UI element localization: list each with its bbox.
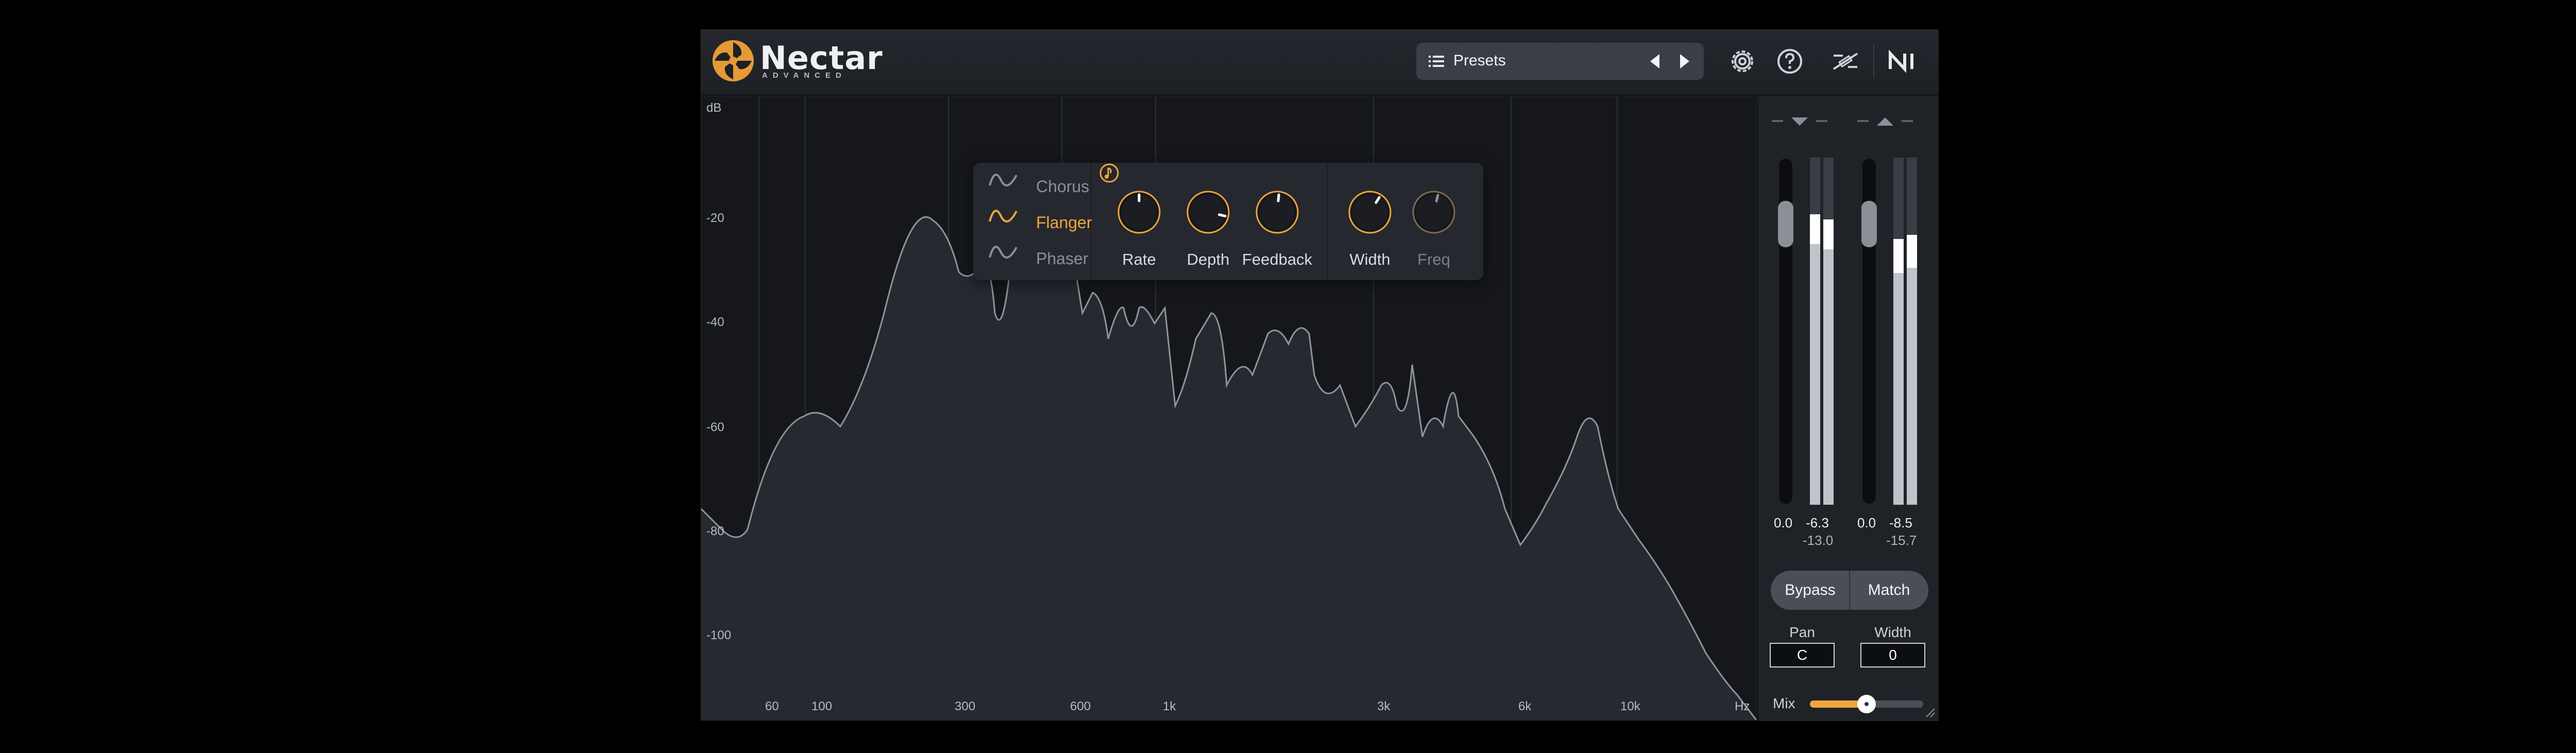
knob-group-divider [1327,163,1328,280]
rate-knob-label: Rate [1122,250,1156,268]
signal-path-icon[interactable] [1829,45,1861,77]
next-preset-icon[interactable] [1674,51,1694,72]
output-meter-expand-icon[interactable] [1857,113,1913,129]
width-knob-label: Width [1349,250,1391,268]
header: Nectar ADVANCED Presets [701,30,1939,96]
hz-tick-label: 60 [765,699,779,713]
presets-label: Presets [1453,52,1506,69]
input-gain-thumb[interactable] [1778,201,1793,247]
modulation-panel: Chorus Flanger Phaser Rate Depth Feedbac… [973,163,1483,280]
input-meter-collapse-icon[interactable] [1772,113,1827,129]
bypass-match-group: Bypass Match [1771,571,1928,610]
mix-label: Mix [1773,695,1795,711]
output-rms-value: -15.7 [1886,533,1917,548]
depth-knob[interactable] [1181,185,1235,239]
mix-slider-thumb[interactable] [1857,695,1876,713]
output-gain-value: 0.0 [1857,515,1876,530]
mode-chorus[interactable]: Chorus [988,170,1090,201]
previous-preset-icon[interactable] [1645,51,1666,72]
output-meter-right [1907,158,1917,505]
hz-tick-label: 600 [1070,699,1091,713]
nectar-plugin-window: Nectar ADVANCED Presets dB -20 -40 -60 -… [701,29,1939,721]
db-axis-label: dB [706,101,722,115]
meter-panel: 0.0 -6.3 -13.0 0.0 -8.5 -15.7 Bypass Mat… [1757,97,1939,721]
pan-field[interactable]: C [1770,643,1835,668]
hz-tick-label: 100 [811,699,833,713]
input-gain-slider[interactable] [1778,159,1793,504]
ni-logo-icon[interactable] [1886,45,1918,77]
modulation-mode-list: Chorus Flanger Phaser [973,163,1092,280]
bypass-button[interactable]: Bypass [1771,571,1850,610]
rate-knob[interactable] [1112,185,1166,239]
mode-flanger[interactable]: Flanger [988,206,1092,237]
mode-flanger-label: Flanger [1036,213,1092,232]
phaser-wave-icon [989,246,1018,259]
db-tick-label: -100 [706,628,732,642]
mode-phaser[interactable]: Phaser [988,242,1088,273]
hz-tick-label: 6k [1518,699,1532,713]
freq-knob-label: Freq [1417,250,1450,268]
width-field[interactable]: 0 [1860,643,1925,668]
hz-tick-label: 3k [1377,699,1391,713]
match-button[interactable]: Match [1850,571,1928,610]
nectar-logo-icon [713,40,754,81]
brand-subtitle: ADVANCED [762,71,846,80]
freq-knob[interactable] [1407,185,1461,239]
input-meter-left [1810,158,1820,505]
help-icon[interactable] [1774,45,1806,77]
feedback-knob-indicator [1277,193,1280,202]
freq-knob-indicator [1435,194,1439,203]
input-peak-value: -6.3 [1806,515,1829,530]
output-gain-thumb[interactable] [1861,201,1877,247]
flanger-wave-icon [989,210,1018,223]
pan-label: Pan [1789,624,1815,640]
output-peak-value: -8.5 [1889,515,1912,530]
resize-grip-icon[interactable] [1923,706,1936,718]
mix-slider[interactable] [1810,695,1923,713]
settings-icon[interactable] [1726,45,1758,77]
db-tick-label: -80 [706,524,724,538]
hz-tick-label: 1k [1163,699,1176,713]
output-meter-left [1893,158,1904,505]
input-meter-right [1823,158,1834,505]
width-label: Width [1874,624,1911,640]
list-icon [1429,56,1444,67]
width-knob[interactable] [1343,185,1397,239]
hz-tick-label: 300 [955,699,976,713]
db-tick-label: -40 [706,315,724,329]
depth-knob-label: Depth [1187,250,1230,268]
input-gain-value: 0.0 [1774,515,1793,530]
feedback-knob[interactable] [1250,185,1304,239]
mode-phaser-label: Phaser [1036,249,1089,268]
hz-tick-label: 10k [1620,699,1640,713]
tempo-sync-icon[interactable] [1099,163,1120,183]
input-rms-value: -13.0 [1803,533,1834,548]
mode-chorus-label: Chorus [1036,177,1090,196]
hz-unit-label: Hz [1735,699,1750,713]
db-tick-label: -60 [706,420,724,434]
depth-knob-indicator [1217,213,1227,217]
db-tick-label: -20 [706,211,724,225]
output-gain-slider[interactable] [1861,159,1877,504]
feedback-knob-label: Feedback [1242,250,1313,268]
chorus-wave-icon [989,174,1018,186]
header-divider [1873,44,1874,78]
spectrum-analyzer[interactable]: dB -20 -40 -60 -80 -100 60 100 300 600 1… [701,97,1756,720]
presets-bar[interactable]: Presets [1416,43,1704,80]
